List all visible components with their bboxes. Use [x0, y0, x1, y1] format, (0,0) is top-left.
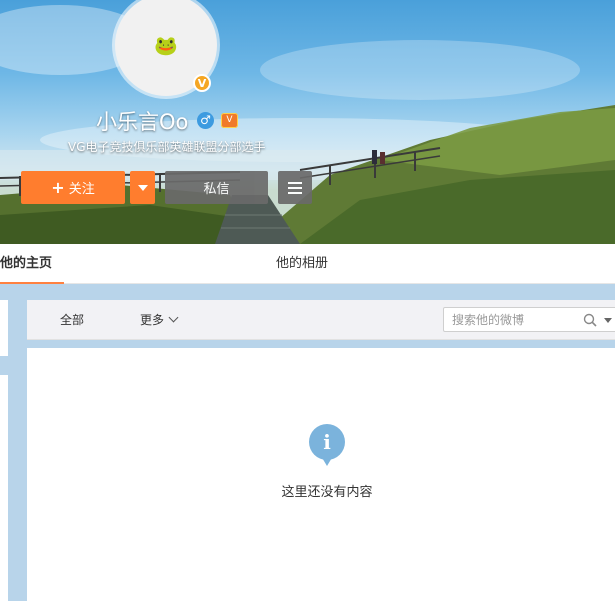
- feed-content: i 这里还没有内容: [27, 348, 615, 601]
- frog-avatar-icon: 🐸: [154, 34, 178, 57]
- more-menu-button[interactable]: [278, 171, 312, 204]
- hamburger-icon-bar: [288, 181, 302, 184]
- follow-dropdown-button[interactable]: [130, 171, 155, 204]
- filter-all-tab[interactable]: 全部: [60, 300, 84, 340]
- profile-cover: 🐸 V 小乐言Oo ♂ V VG电子竞技俱乐部英雄联盟分部选手 + 关注 私信: [0, 0, 615, 244]
- profile-bio: VG电子竞技俱乐部英雄联盟分部选手: [68, 140, 266, 154]
- filter-more-label: 更多: [140, 313, 165, 327]
- profile-tab-bar: 他的主页 他的相册: [0, 244, 615, 284]
- message-button[interactable]: 私信: [165, 171, 268, 204]
- member-level-icon[interactable]: V: [221, 113, 238, 128]
- hamburger-icon-bar: [288, 191, 302, 194]
- caret-down-icon: [137, 184, 148, 191]
- hamburger-icon-bar: [288, 186, 302, 189]
- plus-icon: +: [51, 178, 65, 197]
- cover-landscape-image: [0, 5, 615, 244]
- male-gender-icon: ♂: [197, 112, 214, 129]
- follow-button-label: 关注: [68, 182, 95, 197]
- info-icon-glyph: i: [323, 430, 331, 454]
- search-input[interactable]: [444, 308, 582, 331]
- message-button-label: 私信: [203, 182, 230, 197]
- verified-badge-icon: V: [193, 74, 211, 92]
- profile-name: 小乐言Oo: [96, 110, 189, 134]
- feed-toolbar: 全部 更多: [27, 300, 615, 340]
- sidebar-card: [0, 300, 8, 356]
- chevron-down-icon: [168, 312, 179, 323]
- tab-photos[interactable]: 他的相册: [276, 244, 328, 284]
- follow-button[interactable]: + 关注: [21, 171, 125, 204]
- tab-home[interactable]: 他的主页: [0, 244, 64, 284]
- sidebar-card: [0, 375, 8, 601]
- search-options-caret-icon[interactable]: [604, 318, 612, 323]
- info-icon: i: [309, 424, 345, 466]
- filter-more-dropdown[interactable]: 更多: [140, 300, 179, 340]
- feed-search-box: [443, 307, 615, 332]
- empty-feed-message: 这里还没有内容: [281, 485, 373, 500]
- search-icon[interactable]: [583, 313, 597, 327]
